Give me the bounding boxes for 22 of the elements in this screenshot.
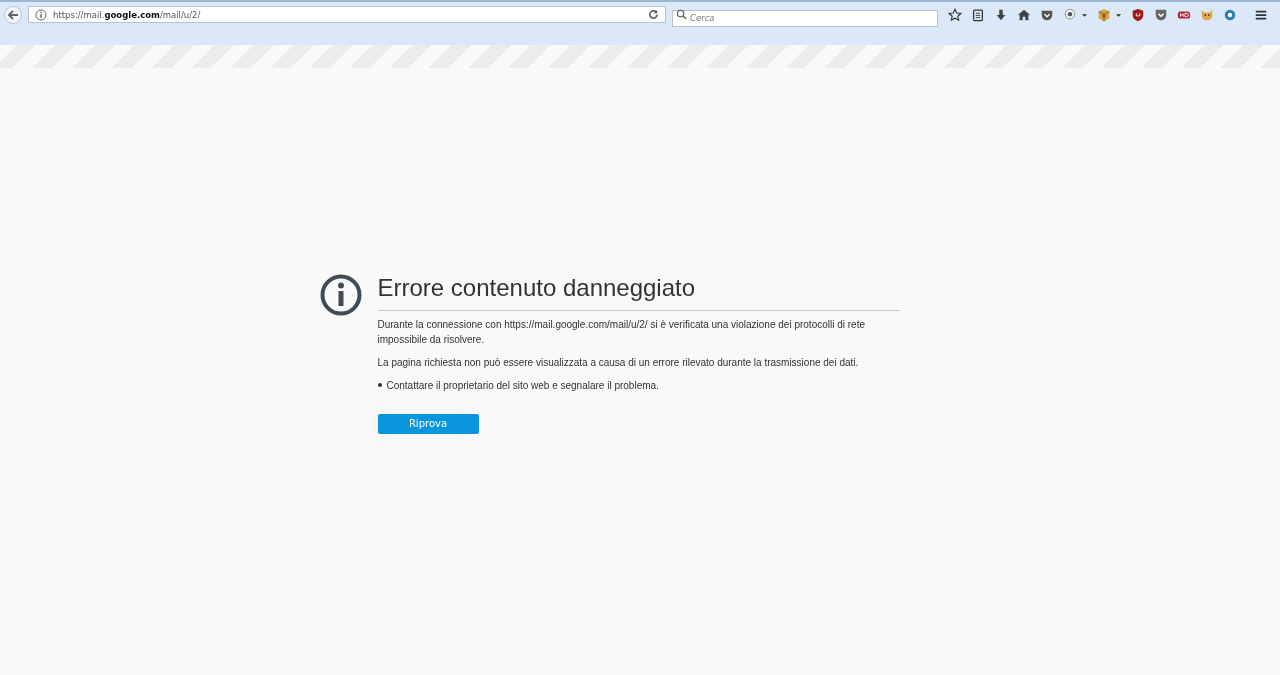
- menu-icon[interactable]: [1254, 8, 1268, 22]
- pocket-icon[interactable]: [1040, 8, 1054, 22]
- star-icon[interactable]: [948, 8, 962, 22]
- pocket-icon[interactable]: [1154, 8, 1168, 22]
- address-bar[interactable]: https://mail.google.com/mail/u/2/: [28, 6, 666, 23]
- clipboard-icon[interactable]: [971, 8, 985, 22]
- search-field[interactable]: Cerca: [672, 9, 938, 27]
- info-icon: [319, 274, 362, 316]
- bullet-icon: [377, 383, 382, 387]
- home-icon[interactable]: [1017, 8, 1031, 22]
- info-icon[interactable]: [35, 8, 47, 21]
- globe-icon[interactable]: [1223, 8, 1237, 22]
- suggestion-text: Contattare il proprietario del sito web e segnalare il problema.: [386, 379, 659, 391]
- error-title: Errore contenuto danneggiato: [377, 274, 900, 311]
- error-description: La pagina richiesta non può essere visualizzata a causa di un errore rilevato durante la trasmissione dei dati.: [377, 356, 860, 370]
- error-description: Durante la connessione con https://mail.google.com/mail/u/2/ si è verificata una violazione dei protocolli di rete impossibile da risolvere.: [377, 318, 866, 347]
- shield-icon[interactable]: [1131, 8, 1145, 22]
- cube-icon[interactable]: [1097, 8, 1111, 22]
- download-icon[interactable]: [994, 8, 1008, 22]
- search-icon: [676, 9, 687, 20]
- cat-face-icon[interactable]: [1200, 8, 1214, 22]
- reload-icon[interactable]: [648, 9, 659, 20]
